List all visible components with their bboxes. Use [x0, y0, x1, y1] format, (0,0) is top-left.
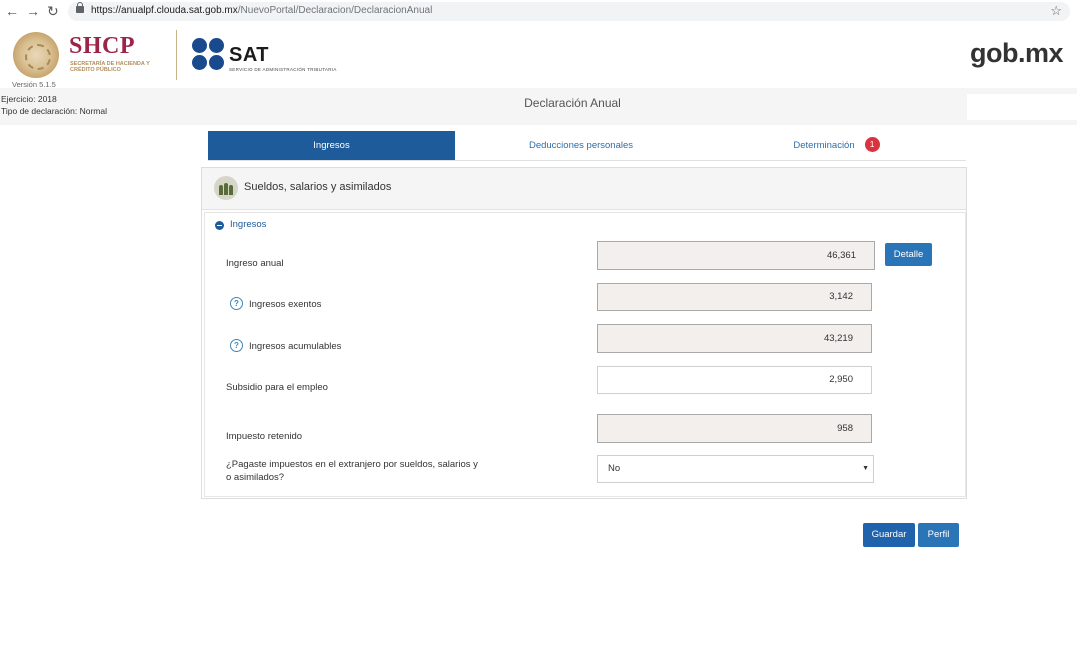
panel-title: Sueldos, salarios y asimilados: [244, 181, 392, 193]
label-ingresos-exentos: Ingresos exentos: [249, 299, 322, 310]
logo-divider: [176, 30, 177, 80]
label-subsidio-empleo: Subsidio para el empleo: [226, 382, 328, 393]
help-acumulables-icon[interactable]: ?: [230, 339, 243, 352]
label-pagaste-extranjero: ¿Pagaste impuestos en el extranjero por …: [226, 458, 478, 484]
label-ingreso-anual: Ingreso anual: [226, 258, 284, 269]
determinacion-alert-badge: 1: [864, 136, 880, 152]
section-label-ingresos[interactable]: Ingresos: [230, 219, 266, 230]
panel-header: Sueldos, salarios y asimilados: [202, 168, 966, 210]
mexico-seal-icon: [13, 32, 59, 78]
declaration-info-bar: Ejercicio: 2018 Tipo de declaración: Nor…: [0, 88, 1077, 125]
detalle-button[interactable]: Detalle: [885, 243, 932, 266]
tab-determinacion[interactable]: Determinación 1: [707, 131, 966, 160]
impuesto-retenido-field: 958: [597, 414, 872, 443]
shcp-subtitle: SECRETARÍA DE HACIENDA Y CRÉDITO PÚBLICO: [70, 61, 150, 73]
sueldos-panel: Sueldos, salarios y asimilados Ingresos …: [201, 167, 967, 499]
tab-deducciones-personales[interactable]: Deducciones personales: [455, 131, 707, 160]
lock-icon: [76, 2, 84, 13]
guardar-button[interactable]: Guardar: [863, 523, 915, 547]
sat-logo-icon: [192, 38, 226, 72]
tab-ingresos[interactable]: Ingresos: [208, 131, 455, 160]
tab-determinacion-label: Determinación: [793, 140, 855, 151]
help-exentos-icon[interactable]: ?: [230, 297, 243, 310]
pagaste-extranjero-select[interactable]: No ▼: [597, 455, 874, 483]
label-impuesto-retenido: Impuesto retenido: [226, 431, 303, 442]
forward-icon[interactable]: →: [26, 3, 40, 19]
site-header: SHCP SECRETARÍA DE HACIENDA Y CRÉDITO PÚ…: [0, 24, 1077, 89]
url-host: https://anualpf.clouda.sat.gob.mx: [91, 5, 238, 16]
gobmx-logo[interactable]: gob.mx: [970, 38, 1064, 69]
url-text: https://anualpf.clouda.sat.gob.mx/NuevoP…: [91, 5, 432, 16]
browser-toolbar: ← → ↻ https://anualpf.clouda.sat.gob.mx/…: [0, 0, 1077, 25]
perfil-button[interactable]: Perfil: [918, 523, 959, 547]
reload-icon[interactable]: ↻: [47, 3, 59, 19]
subsidio-empleo-input[interactable]: 2,950: [597, 366, 872, 394]
sat-logo-text: SAT: [229, 44, 270, 66]
ingreso-anual-field: 46,361: [597, 241, 875, 270]
shcp-logo-text: SHCP: [69, 33, 136, 59]
info-blank-area: [967, 94, 1077, 120]
ingresos-exentos-field: 3,142: [597, 283, 872, 311]
page-title: Declaración Anual: [524, 96, 621, 110]
chevron-down-icon: ▼: [862, 465, 869, 472]
label-ingresos-acumulables: Ingresos acumulables: [249, 341, 342, 352]
label-pagaste-extranjero-line2: o asimilados?: [226, 472, 285, 483]
people-group-icon: [214, 176, 238, 200]
back-icon[interactable]: ←: [5, 3, 19, 19]
url-path: /NuevoPortal/Declaracion/DeclaracionAnua…: [237, 5, 433, 16]
collapse-minus-icon[interactable]: [215, 221, 224, 230]
label-pagaste-extranjero-line1: ¿Pagaste impuestos en el extranjero por …: [226, 459, 478, 470]
pagaste-extranjero-value: No: [608, 463, 621, 474]
ingresos-acumulables-field: 43,219: [597, 324, 872, 353]
bookmark-star-icon[interactable]: ☆: [1050, 3, 1062, 19]
sat-subtitle: SERVICIO DE ADMINISTRACIÓN TRIBUTARIA: [229, 67, 337, 72]
ingresos-section: Ingresos Ingreso anual 46,361 Detalle ? …: [204, 212, 966, 497]
declaration-tabs: Ingresos Deducciones personales Determin…: [208, 131, 966, 161]
address-bar[interactable]: https://anualpf.clouda.sat.gob.mx/NuevoP…: [68, 2, 1070, 21]
